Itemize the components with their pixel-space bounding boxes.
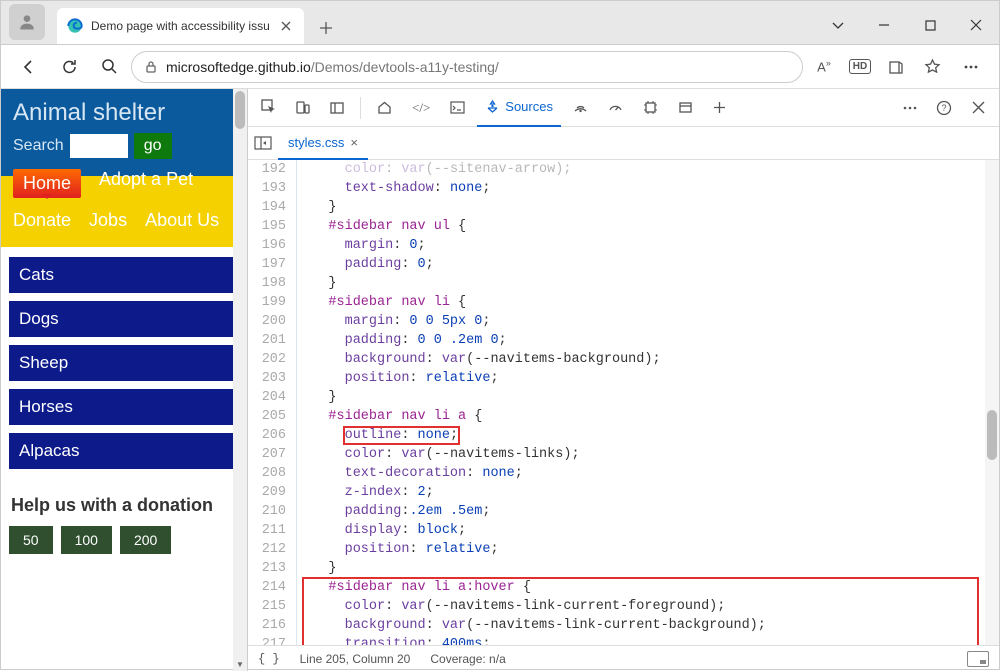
devtools-statusbar: { } Line 205, Column 20 Coverage: n/a [248,645,999,671]
tab-close-button[interactable] [278,18,294,34]
search-icon[interactable] [91,49,127,85]
file-tab-styles[interactable]: styles.css × [278,127,368,160]
page-content: Animal shelter Search go Home Adopt a Pe… [1,89,247,671]
svg-text:?: ? [941,103,946,113]
tab-welcome[interactable] [369,89,400,127]
inspect-icon[interactable] [254,93,284,123]
nav-jobs[interactable]: Jobs [89,210,127,231]
page-title: Animal shelter [13,99,235,127]
url-text: microsoftedge.github.io/Demos/devtools-a… [166,59,499,75]
chevron-down-icon[interactable] [815,6,861,44]
devtools-more-icon[interactable] [895,93,925,123]
sidebar-item[interactable]: Cats [9,257,239,293]
collections-icon[interactable] [879,49,913,85]
sidebar-item[interactable]: Alpacas [9,433,239,469]
address-bar: microsoftedge.github.io/Demos/devtools-a… [1,45,999,89]
search-input[interactable] [70,134,128,158]
format-icon[interactable]: { } [258,652,280,666]
edge-icon [67,18,83,34]
tab-title: Demo page with accessibility issu [91,19,270,33]
device-icon[interactable] [288,93,318,123]
go-button[interactable]: go [134,133,172,159]
code-editor[interactable]: 1921931941951961971981992002012022032042… [248,160,999,645]
devtools-toolbar: </> Sources ? [248,89,999,127]
read-aloud-icon[interactable]: A» [807,49,841,85]
url-input[interactable]: microsoftedge.github.io/Demos/devtools-a… [131,51,803,83]
devtools-close-icon[interactable] [963,93,993,123]
devtools-subtoolbar: styles.css × [248,127,999,160]
sidebar-nav: Cats Dogs Sheep Horses Alpacas [1,247,247,481]
donate-heading: Help us with a donation [11,495,237,516]
tab-application[interactable] [670,89,701,127]
help-icon[interactable]: ? [929,93,959,123]
sidebar-item[interactable]: Sheep [9,345,239,381]
tab-sources[interactable]: Sources [477,89,561,127]
donate-200-button[interactable]: 200 [120,526,171,554]
more-icon[interactable] [953,49,989,85]
minimize-button[interactable] [861,6,907,44]
lock-icon [144,60,158,74]
cursor-position: Line 205, Column 20 [300,652,411,666]
tab-add[interactable] [705,89,734,127]
editor-scrollbar[interactable] [985,160,999,645]
sidebar-item[interactable]: Dogs [9,301,239,337]
search-label: Search [13,137,64,155]
profile-button[interactable] [9,4,45,40]
tab-performance[interactable] [600,89,631,127]
coverage-status: Coverage: n/a [430,652,505,666]
tab-memory[interactable] [635,89,666,127]
nav-about[interactable]: About Us [145,210,219,231]
sidebar-item[interactable]: Horses [9,389,239,425]
tab-elements[interactable]: </> [404,89,438,127]
page-scrollbar[interactable]: ▲▼ [233,89,247,671]
panel-icon[interactable] [322,93,352,123]
hd-icon[interactable]: HD [843,49,877,85]
new-tab-button[interactable] [310,12,342,44]
window-titlebar: Demo page with accessibility issu [1,1,999,45]
nav-donate[interactable]: Donate [13,210,71,231]
nav-home[interactable]: Home [13,169,81,198]
close-icon[interactable]: × [350,135,358,150]
maximize-button[interactable] [907,6,953,44]
toggle-navigator-icon[interactable] [254,136,272,150]
devtools-panel: </> Sources ? styles.css × 1921931941951… [247,89,999,671]
donate-100-button[interactable]: 100 [61,526,112,554]
tab-console[interactable] [442,89,473,127]
back-button[interactable] [11,49,47,85]
screenshot-icon[interactable] [967,651,989,667]
close-window-button[interactable] [953,6,999,44]
refresh-button[interactable] [51,49,87,85]
nav-adopt[interactable]: Adopt a Pet [99,169,193,198]
favorite-icon[interactable] [915,49,949,85]
browser-tab[interactable]: Demo page with accessibility issu [57,8,304,44]
donate-50-button[interactable]: 50 [9,526,53,554]
tab-network[interactable] [565,89,596,127]
